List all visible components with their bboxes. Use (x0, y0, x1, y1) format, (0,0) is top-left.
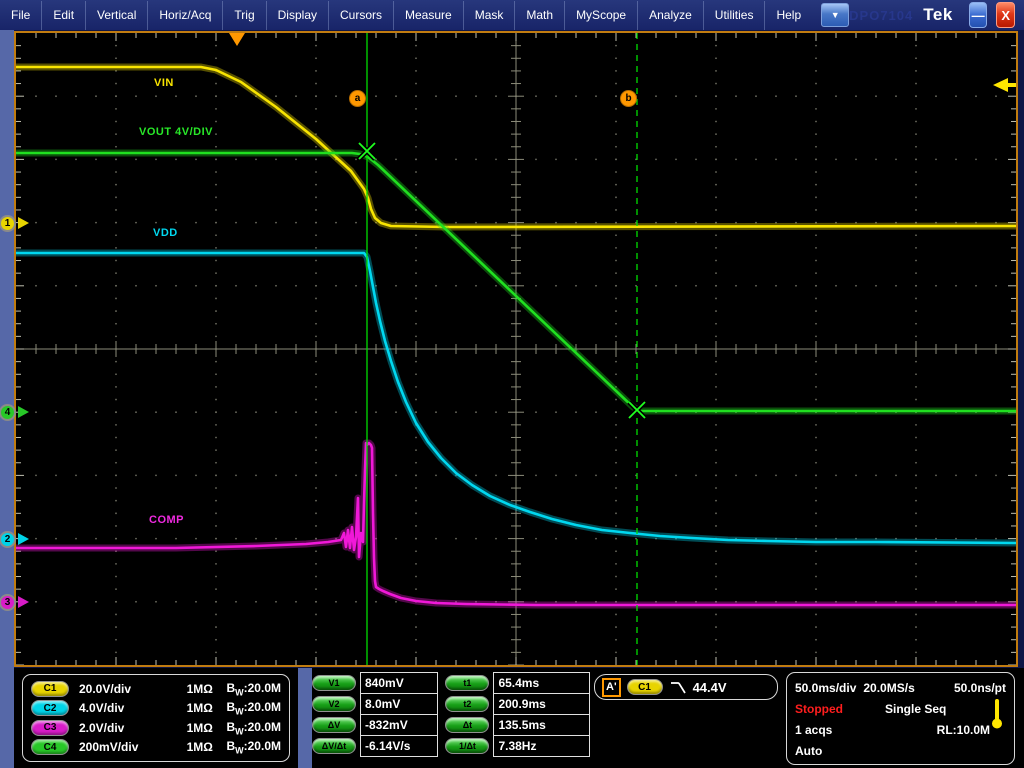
chevron-down-icon: ▼ (831, 10, 840, 20)
menu-measure[interactable]: Measure (394, 1, 464, 30)
cursor-row-4: ΔV/Δt -6.14V/s 1/Δt 7.38Hz (312, 735, 590, 757)
c2-impedance: 1MΩ (187, 701, 227, 715)
delta-t-value: 135.5ms (493, 714, 590, 736)
menu-mask[interactable]: Mask (464, 1, 516, 30)
trace-label-comp: COMP (149, 514, 184, 526)
tek-logo: Tek (923, 5, 953, 25)
channel-4-reference-marker[interactable]: 4 (0, 404, 16, 421)
c2-scale[interactable]: 4.0V/div (79, 701, 187, 715)
timebase-panel: 50.0ms/div 20.0MS/s 50.0ns/pt Stopped Si… (786, 672, 1015, 765)
channel-c2-badge[interactable]: C2 (31, 700, 69, 716)
timebase-row-4: Auto (795, 740, 1006, 761)
timebase-row-3: 1 acqs RL:10.0M (795, 719, 1006, 740)
c1-scale[interactable]: 20.0V/div (79, 682, 187, 696)
menu-display[interactable]: Display (267, 1, 329, 30)
dv-dt-badge[interactable]: ΔV/Δt (312, 738, 356, 754)
timebase-row-1: 50.0ms/div 20.0MS/s 50.0ns/pt (795, 677, 1006, 698)
c1-impedance: 1MΩ (187, 682, 227, 696)
menu-bar: File Edit Vertical Horiz/Acq Trig Displa… (0, 0, 1024, 30)
channel-row-c1: C1 20.0V/div 1MΩ BW:20.0M (31, 679, 281, 698)
close-button[interactable]: X (996, 2, 1015, 28)
t1-badge[interactable]: t1 (445, 675, 489, 691)
record-length: RL:10.0M (937, 723, 990, 737)
menu-analyze[interactable]: Analyze (638, 1, 704, 30)
menu-dropdown-button[interactable]: ▼ (821, 3, 849, 27)
channel-2-reference-marker[interactable]: 2 (0, 531, 16, 548)
timebase-row-2: Stopped Single Seq (795, 698, 1006, 719)
c3-bandwidth: BW:20.0M (226, 720, 281, 736)
minimize-button[interactable]: — (969, 2, 988, 28)
channel-row-c3: C3 2.0V/div 1MΩ BW:20.0M (31, 718, 281, 737)
thermometer-icon (991, 698, 1003, 732)
trace-label-vin: VIN (154, 77, 174, 89)
oscilloscope-screen: File Edit Vertical Horiz/Acq Trig Displa… (0, 0, 1024, 768)
cursor-row-1: V1 840mV t1 65.4ms (312, 672, 590, 694)
menu-file[interactable]: File (0, 1, 42, 30)
inv-delta-t-value: 7.38Hz (493, 735, 590, 757)
cursor-b-handle[interactable]: b (620, 90, 637, 107)
minimize-icon: — (972, 8, 985, 23)
v2-badge[interactable]: V2 (312, 696, 356, 712)
cursor-a-handle[interactable]: a (349, 90, 366, 107)
cursor-readout-panel: V1 840mV t1 65.4ms V2 8.0mV t2 200.9ms Δ… (312, 672, 590, 766)
trigger-panel[interactable]: A' C1 44.4V (594, 674, 778, 700)
c4-bandwidth: BW:20.0M (226, 739, 281, 755)
v1-value: 840mV (360, 672, 438, 694)
trace-label-vout: VOUT 4V/DIV (139, 126, 213, 138)
channel-1-reference-marker[interactable]: 1 (0, 215, 16, 232)
channel-row-c4: C4 200mV/div 1MΩ BW:20.0M (31, 738, 281, 757)
trigger-mode: Auto (795, 744, 822, 758)
menu-edit[interactable]: Edit (42, 1, 86, 30)
inv-delta-t-badge[interactable]: 1/Δt (445, 738, 489, 754)
channel-c1-badge[interactable]: C1 (31, 681, 69, 697)
panel-separator (298, 668, 312, 768)
channel-row-c2: C2 4.0V/div 1MΩ BW:20.0M (31, 699, 281, 718)
menu-trig[interactable]: Trig (223, 1, 266, 30)
graticule-area[interactable]: VINVOUT 4V/DIVVDDCOMPab1423 (16, 33, 1016, 665)
delta-v-badge[interactable]: ΔV (312, 717, 356, 733)
delta-t-badge[interactable]: Δt (445, 717, 489, 733)
acquisition-mode: Single Seq (885, 702, 946, 716)
sample-resolution: 50.0ns/pt (954, 681, 1006, 695)
sample-rate: 20.0MS/s (863, 681, 914, 695)
delta-v-value: -832mV (360, 714, 438, 736)
v2-value: 8.0mV (360, 693, 438, 715)
c4-scale[interactable]: 200mV/div (79, 740, 187, 754)
menu-cursors[interactable]: Cursors (329, 1, 394, 30)
waveform-display-frame: VINVOUT 4V/DIVVDDCOMPab1423 (14, 31, 1018, 667)
trigger-source-badge[interactable]: C1 (627, 679, 663, 695)
c3-scale[interactable]: 2.0V/div (79, 721, 187, 735)
v1-badge[interactable]: V1 (312, 675, 356, 691)
c1-bandwidth: BW:20.0M (226, 681, 281, 697)
dv-dt-value: -6.14V/s (360, 735, 438, 757)
t1-value: 65.4ms (493, 672, 590, 694)
acquisition-count: 1 acqs (795, 723, 832, 737)
cursor-row-2: V2 8.0mV t2 200.9ms (312, 693, 590, 715)
menu-math[interactable]: Math (515, 1, 565, 30)
left-margin (0, 30, 14, 768)
menu-horiz-acq[interactable]: Horiz/Acq (148, 1, 223, 30)
falling-edge-icon (669, 680, 689, 695)
c3-impedance: 1MΩ (187, 721, 227, 735)
menu-myscope[interactable]: MyScope (565, 1, 638, 30)
channel-c4-badge[interactable]: C4 (31, 739, 69, 755)
model-label: DPO7104 (849, 8, 913, 23)
channel-settings-panel: C1 20.0V/div 1MΩ BW:20.0M C2 4.0V/div 1M… (22, 674, 290, 762)
channel-c3-badge[interactable]: C3 (31, 720, 69, 736)
cursor-row-3: ΔV -832mV Δt 135.5ms (312, 714, 590, 736)
t2-badge[interactable]: t2 (445, 696, 489, 712)
trace-label-vdd: VDD (153, 227, 178, 239)
acquisition-status: Stopped (795, 702, 873, 716)
close-icon: X (1001, 8, 1010, 23)
c4-impedance: 1MΩ (187, 740, 227, 754)
menu-utilities[interactable]: Utilities (704, 1, 766, 30)
c2-bandwidth: BW:20.0M (226, 700, 281, 716)
trigger-a-label: A' (602, 678, 621, 697)
menu-help[interactable]: Help (765, 1, 812, 30)
trigger-level-value: 44.4V (693, 680, 727, 695)
menu-vertical[interactable]: Vertical (86, 1, 148, 30)
timebase-scale[interactable]: 50.0ms/div (795, 681, 856, 695)
t2-value: 200.9ms (493, 693, 590, 715)
channel-3-reference-marker[interactable]: 3 (0, 594, 16, 611)
